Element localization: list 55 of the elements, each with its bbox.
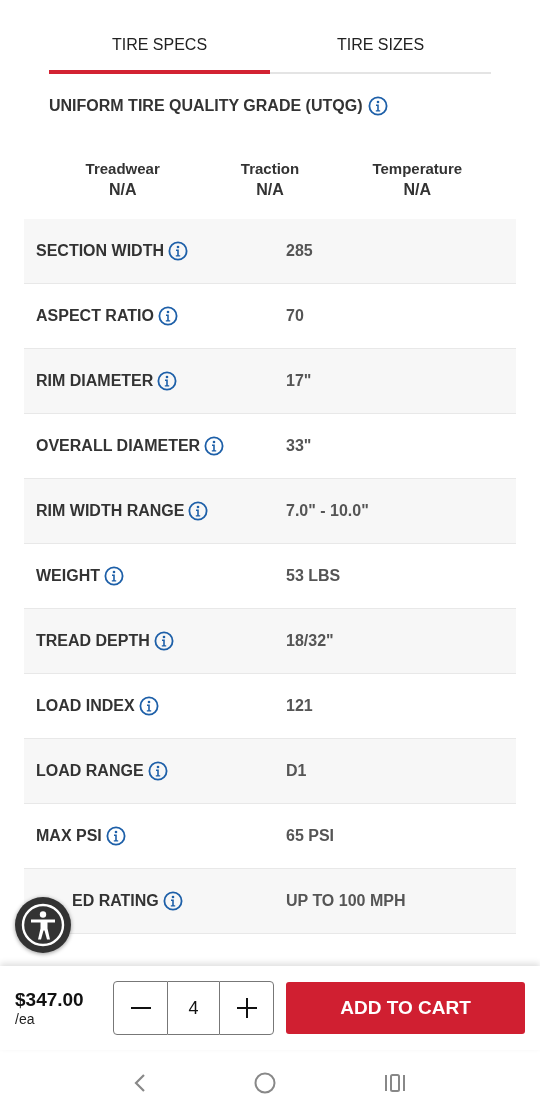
info-icon[interactable]: [188, 501, 209, 521]
add-to-cart-button[interactable]: ADD TO CART: [286, 982, 525, 1034]
info-icon[interactable]: [204, 436, 225, 456]
spec-value: 17": [286, 372, 312, 390]
spec-value: 7.0" - 10.0": [286, 502, 369, 520]
home-icon[interactable]: [254, 1071, 276, 1094]
grade-label: Temperature: [372, 160, 463, 177]
price: $347.00: [15, 989, 85, 1011]
spec-value: 121: [286, 697, 313, 715]
spec-label: WEIGHT: [36, 567, 100, 585]
grade-value: N/A: [256, 181, 284, 199]
spec-value: 53 LBS: [286, 567, 341, 585]
plus-icon: [236, 998, 257, 1018]
grade-value: N/A: [403, 181, 432, 199]
spec-label: ASPECT RATIO: [36, 307, 154, 325]
info-icon[interactable]: [138, 696, 159, 716]
info-icon[interactable]: [157, 306, 178, 326]
section-title: UNIFORM TIRE QUALITY GRADE (UTQG): [49, 97, 363, 115]
decrease-button[interactable]: [113, 981, 168, 1035]
accessibility-icon: [20, 902, 66, 948]
spec-label: RIM DIAMETER: [36, 372, 154, 390]
spec-label: TREAD DEPTH: [36, 632, 150, 650]
minus-icon: [130, 1007, 151, 1009]
info-icon[interactable]: [104, 566, 124, 586]
grade-label: Treadwear: [85, 160, 160, 177]
grade-value: N/A: [108, 181, 137, 199]
info-icon[interactable]: [368, 96, 389, 116]
spec-label: SECTION WIDTH: [36, 242, 164, 260]
spec-value: 65 PSI: [286, 827, 335, 845]
info-icon[interactable]: [168, 241, 188, 261]
price-unit: /ea: [15, 1011, 36, 1027]
tab[interactable]: TIRE SIZES: [270, 26, 491, 74]
spec-value: 285: [286, 242, 313, 260]
info-icon[interactable]: [162, 891, 183, 911]
back-icon[interactable]: [134, 1072, 146, 1093]
spec-value: UP TO 100 MPH: [286, 892, 406, 910]
info-icon[interactable]: [153, 631, 174, 651]
tab[interactable]: TIRE SPECS: [49, 26, 270, 74]
accessibility-button[interactable]: [15, 897, 71, 953]
spec-label: MAX PSI: [36, 827, 102, 845]
grade-label: Traction: [240, 160, 300, 177]
spec-label: OVERALL DIAMETER: [36, 437, 201, 455]
increase-button[interactable]: [219, 981, 274, 1035]
spec-value: 33": [286, 437, 312, 455]
recent-apps-icon[interactable]: [384, 1073, 406, 1092]
info-icon[interactable]: [157, 371, 178, 391]
info-icon[interactable]: [105, 826, 126, 846]
spec-label: RIM WIDTH RANGE: [36, 502, 185, 520]
spec-value: 18/32": [286, 632, 334, 650]
spec-label: LOAD RANGE: [36, 762, 144, 780]
spec-value: 70: [286, 307, 304, 325]
spec-value: D1: [286, 762, 307, 780]
spec-label: ED RATING: [72, 892, 159, 910]
info-icon[interactable]: [147, 761, 168, 781]
spec-label: LOAD INDEX: [36, 697, 135, 715]
